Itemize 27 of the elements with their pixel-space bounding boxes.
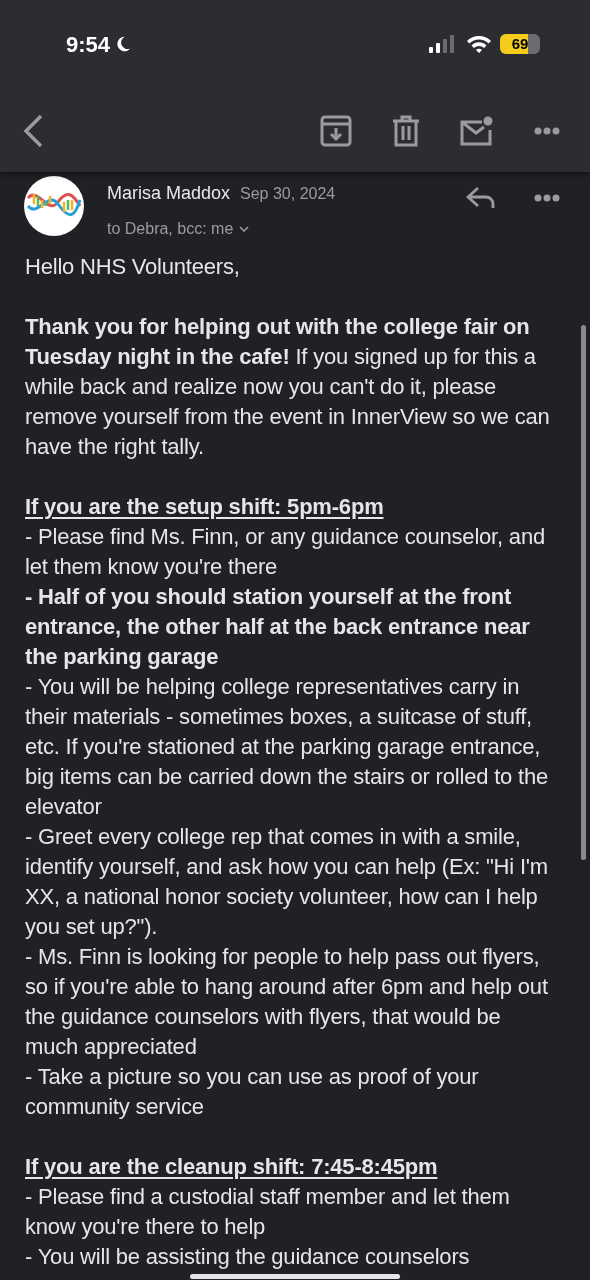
wifi-icon (466, 34, 492, 54)
reply-icon[interactable] (466, 186, 496, 210)
body-paragraph: - Take a picture so you can use as proof of your community service (25, 1063, 480, 1121)
body-paragraph: Hello NHS Volunteers, (25, 253, 241, 281)
message-date: Sep 30, 2024 (240, 184, 336, 204)
body-paragraph: - Please find Ms. Finn, or any guidance counselor, and let them know you're there (25, 523, 546, 581)
body-paragraph: Thank you for helping out with the college fair on Tuesday night in the cafe! If you signed up for this a while back and realize now you can't do it, please remove yourself from the event in InnerView so we can have the right tally. (25, 313, 551, 461)
body-paragraph: - Please find a custodial staff member and let them know you're there to help (25, 1183, 511, 1241)
trash-icon[interactable] (392, 115, 420, 147)
chevron-down-icon[interactable] (239, 226, 250, 232)
body-paragraph: - Greet every college rep that comes in with a smile, identify yourself, and ask how you can help (Ex: "Hi I'm XX, a national honor society volunteer, how can I help you set up?"). (25, 823, 549, 941)
sender-name: Marisa Maddox (107, 182, 231, 205)
section-heading: If you are the setup shift: 5pm-6pm (25, 493, 385, 521)
archive-icon[interactable] (320, 115, 352, 147)
battery-icon: 69 (500, 34, 540, 54)
body-paragraph: - Ms. Finn is looking for people to help pass out flyers, so if you're able to hang around after 6pm and help out the guidance counselors with flyers, that would be much appreciated (25, 943, 549, 1061)
clock-time: 9:54 (66, 30, 111, 59)
recipients-toggle[interactable]: to Debra, bcc: me (107, 217, 336, 241)
body-paragraph: - You will be assisting the guidance counselors (25, 1243, 471, 1271)
section-heading: If you are the cleanup shift: 7:45-8:45pm (25, 1153, 439, 1181)
more-icon[interactable] (534, 127, 560, 135)
body-paragraph: - Half of you should station yourself at the front entrance, the other half at the back entrance near the parking garage (25, 583, 531, 671)
body-paragraph: - You will be helping college representatives carry in their materials - sometimes boxes, a suitcase of stuff, etc. If you're stationed at the parking garage entrance, big items can be carried down the stairs or rolled to the elevator (25, 673, 549, 821)
more-icon[interactable] (534, 194, 560, 202)
mail-icon[interactable] (460, 116, 494, 146)
dna-avatar-icon (24, 176, 84, 236)
back-button[interactable] (22, 113, 44, 149)
